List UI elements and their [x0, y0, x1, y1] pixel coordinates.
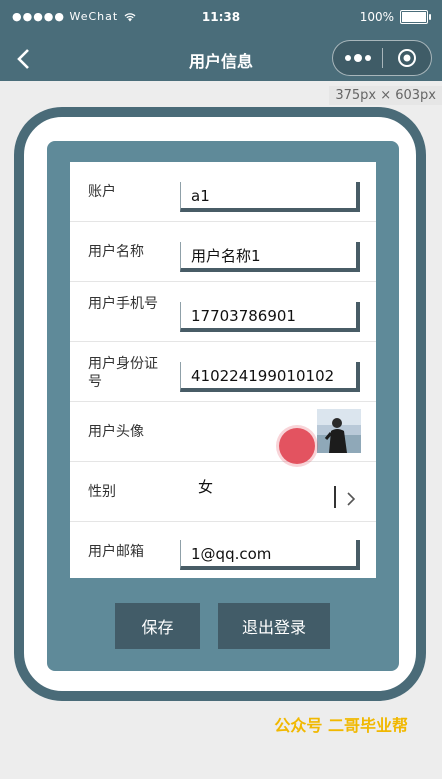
- idcard-label: 用户身份证号: [88, 356, 158, 390]
- phone-label: 用户手机号: [88, 296, 158, 312]
- account-label: 账户: [88, 184, 116, 200]
- account-row: 账户 a1: [70, 162, 376, 222]
- email-row: 用户邮箱 1@qq.com: [70, 522, 376, 581]
- gender-label: 性别: [88, 484, 116, 500]
- mini-program-capsule: [332, 40, 432, 76]
- more-button[interactable]: [333, 41, 382, 75]
- target-close-icon: [398, 49, 416, 67]
- close-program-button[interactable]: [383, 41, 431, 75]
- watermark: 公众号 二哥毕业帮: [274, 716, 408, 735]
- idcard-input[interactable]: 410224199010102: [180, 362, 360, 392]
- phone-row: 用户手机号 17703786901: [70, 282, 376, 342]
- email-input[interactable]: 1@qq.com: [180, 540, 360, 570]
- battery-icon: [400, 10, 431, 24]
- top-bar: ●●●●● WeChat 11:38 100% 用户信息: [0, 0, 442, 81]
- idcard-row: 用户身份证号 410224199010102: [70, 342, 376, 402]
- gender-row[interactable]: 性别 女: [70, 462, 376, 522]
- viewport-size-tag: 375px × 603px: [329, 86, 442, 105]
- account-input[interactable]: a1: [180, 182, 360, 212]
- status-bar: ●●●●● WeChat 11:38 100%: [0, 0, 442, 36]
- touch-indicator: [279, 428, 315, 464]
- logout-button[interactable]: 退出登录: [218, 603, 330, 649]
- phone-input[interactable]: 17703786901: [180, 302, 360, 332]
- gender-value: 女: [198, 478, 214, 496]
- user-info-form: 账户 a1 用户名称 用户名称1 用户手机号 17703786901 用户身份证…: [70, 162, 376, 578]
- navigation-bar: 用户信息: [0, 36, 442, 81]
- chevron-right-icon: [347, 492, 356, 506]
- battery-status: 100%: [359, 10, 431, 24]
- more-dots-icon: [344, 54, 371, 62]
- avatar-image: [317, 409, 361, 453]
- picker-divider: [334, 486, 336, 508]
- battery-percent: 100%: [359, 10, 394, 24]
- username-input[interactable]: 用户名称1: [180, 242, 360, 272]
- avatar[interactable]: [317, 409, 361, 453]
- save-button[interactable]: 保存: [115, 603, 200, 649]
- username-label: 用户名称: [88, 244, 144, 260]
- username-row: 用户名称 用户名称1: [70, 222, 376, 282]
- email-label: 用户邮箱: [88, 544, 144, 560]
- avatar-label: 用户头像: [88, 424, 144, 440]
- avatar-row: 用户头像: [70, 402, 376, 462]
